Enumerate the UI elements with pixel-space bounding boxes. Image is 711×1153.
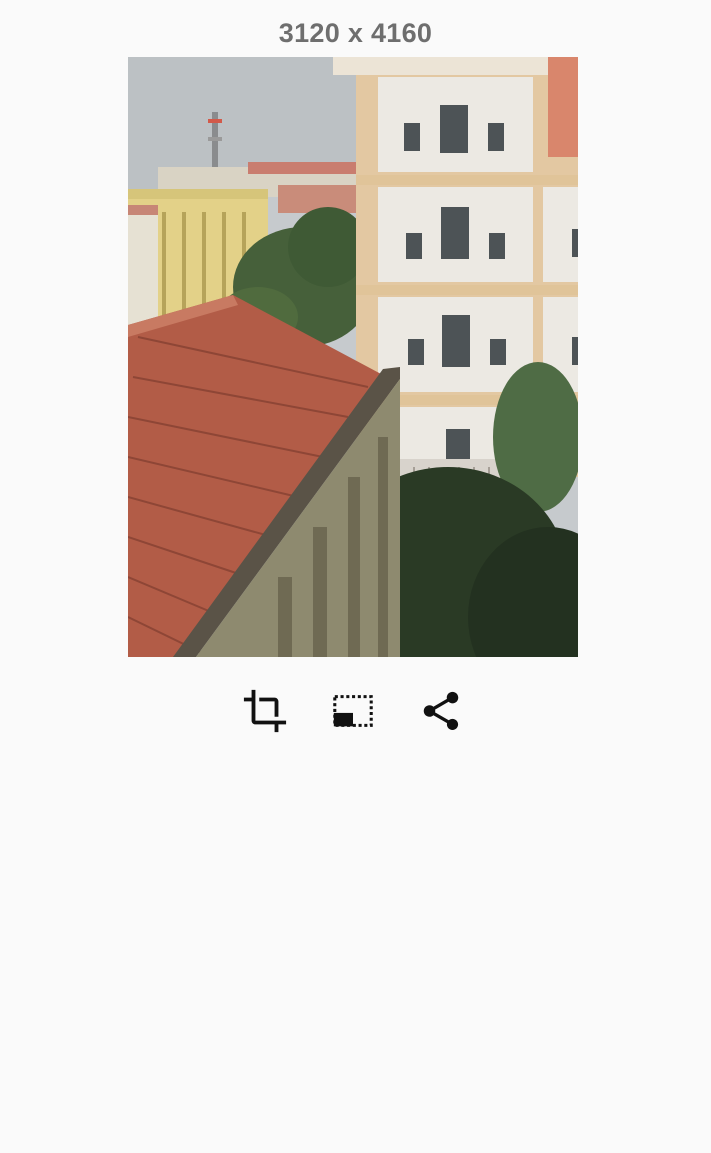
share-icon <box>423 691 459 731</box>
resize-button[interactable] <box>329 686 377 736</box>
image-dimensions-label: 3120 x 4160 <box>278 18 433 48</box>
crop-button[interactable] <box>241 686 289 736</box>
photo-image <box>128 57 578 657</box>
resize-icon <box>333 695 373 727</box>
image-actions-toolbar <box>0 686 711 736</box>
crop-icon <box>243 689 287 733</box>
photo-preview[interactable] <box>128 57 578 657</box>
share-button[interactable] <box>417 686 465 736</box>
